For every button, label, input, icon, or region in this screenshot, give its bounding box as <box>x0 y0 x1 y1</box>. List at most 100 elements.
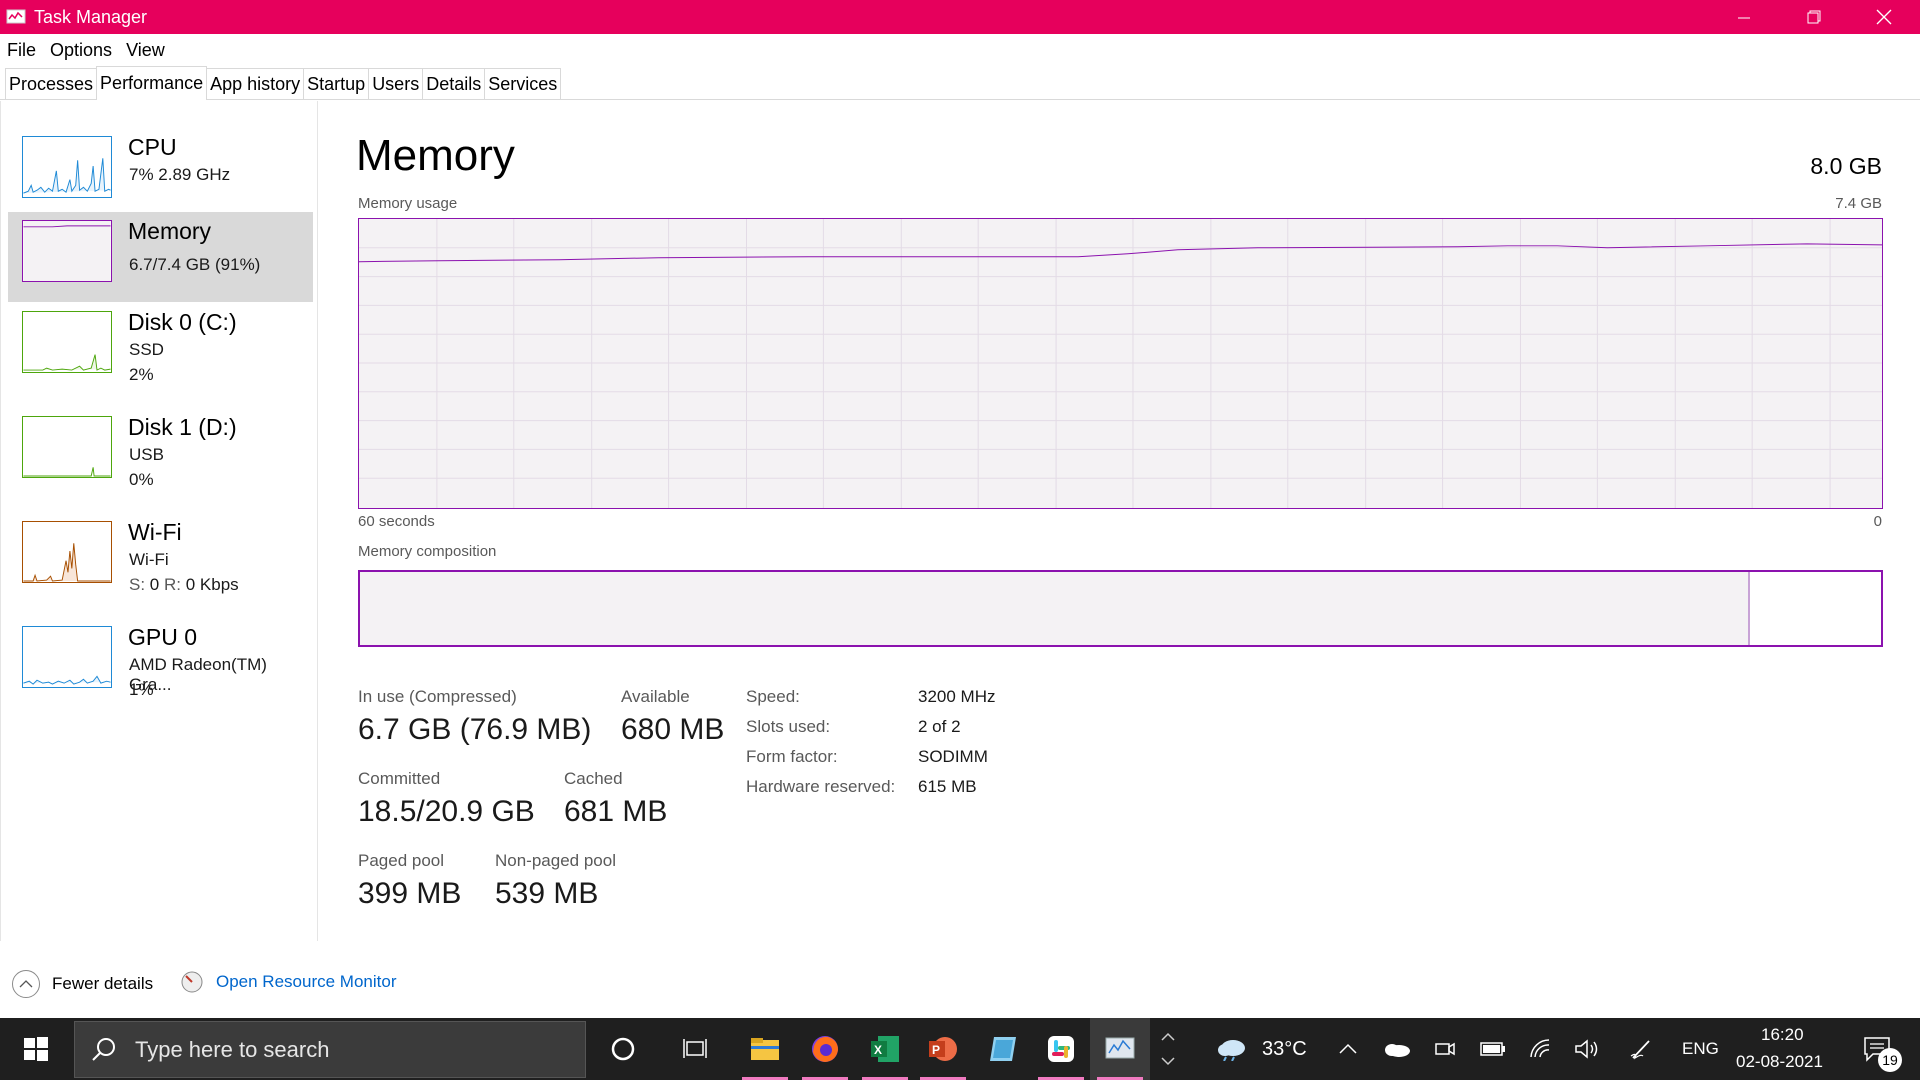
svg-text:X: X <box>874 1043 882 1057</box>
title-bar: Task Manager <box>0 0 1920 34</box>
memory-usage-max: 7.4 GB <box>1835 195 1882 212</box>
slots-label: Slots used: <box>746 717 831 736</box>
sidebar-item-gpu0[interactable]: GPU 0 AMD Radeon(TM) Gra... 1% <box>8 618 313 708</box>
pen-workspace-tray-button[interactable] <box>1624 1018 1658 1080</box>
committed-value: 18.5/20.9 GB <box>358 795 535 828</box>
close-button[interactable] <box>1849 0 1919 34</box>
sidebar-item-disk0[interactable]: Disk 0 (C:) SSD 2% <box>8 303 313 393</box>
weather-temperature[interactable]: 33°C <box>1262 1038 1307 1061</box>
menu-file[interactable]: File <box>7 40 36 61</box>
memory-composition-free <box>1748 572 1881 645</box>
volume-tray-button[interactable] <box>1570 1018 1604 1080</box>
menu-options[interactable]: Options <box>50 40 112 61</box>
taskbar-notes-app[interactable] <box>974 1018 1032 1080</box>
sidebar-item-cpu[interactable]: CPU 7% 2.89 GHz <box>8 128 313 218</box>
task-view-button[interactable] <box>666 1018 726 1080</box>
hardware-reserved-label: Hardware reserved: <box>746 777 896 796</box>
memory-subtitle: 6.7/7.4 GB (91%) <box>129 255 261 274</box>
tab-details[interactable]: Details <box>422 68 486 99</box>
menu-bar: File Options View <box>0 34 1920 66</box>
sidebar-item-disk1[interactable]: Disk 1 (D:) USB 0% <box>8 408 313 498</box>
close-icon <box>1876 9 1892 25</box>
taskbar-search-box[interactable]: Type here to search <box>74 1021 586 1078</box>
taskbar-powerpoint[interactable]: P <box>914 1018 972 1080</box>
wifi-send-label: S: <box>129 575 146 594</box>
taskbar-excel[interactable]: X <box>856 1018 914 1080</box>
memory-composition-bar <box>358 570 1883 647</box>
tab-app-history[interactable]: App history <box>206 68 305 99</box>
battery-tray-button[interactable] <box>1476 1018 1510 1080</box>
tab-users[interactable]: Users <box>368 68 424 99</box>
nonpaged-pool-value: 539 MB <box>495 877 599 910</box>
task-manager-taskbar-icon <box>1105 1037 1135 1059</box>
start-button[interactable] <box>0 1018 72 1080</box>
chevron-down-icon <box>1161 1057 1175 1066</box>
svg-text:P: P <box>932 1043 940 1057</box>
gpu-name: AMD Radeon(TM) Gra... <box>129 655 267 694</box>
memory-usage-graph <box>358 218 1883 509</box>
memory-total: 8.0 GB <box>1810 153 1882 179</box>
show-hidden-icons-button[interactable] <box>1333 1018 1363 1080</box>
cached-label: Cached <box>564 769 623 788</box>
gpu-title: GPU 0 <box>128 624 198 650</box>
graph-time-right: 0 <box>1873 513 1882 530</box>
onedrive-tray-button[interactable] <box>1380 1018 1414 1080</box>
task-manager-icon <box>6 9 26 24</box>
menu-view[interactable]: View <box>126 40 165 61</box>
wifi-signal-icon <box>1530 1039 1550 1058</box>
sidebar-item-wifi[interactable]: Wi-Fi Wi-Fi S: 0 R: 0 Kbps <box>8 513 313 603</box>
tab-startup[interactable]: Startup <box>303 68 370 99</box>
in-use-value: 6.7 GB (76.9 MB) <box>358 713 592 746</box>
cpu-thumbnail-graph <box>22 136 112 198</box>
disk1-type: USB <box>129 445 164 464</box>
disk1-thumbnail-graph <box>22 416 112 478</box>
disk0-usage: 2% <box>129 365 154 384</box>
tab-services[interactable]: Services <box>484 68 562 99</box>
input-language[interactable]: ENG <box>1682 1039 1719 1059</box>
chevron-up-icon <box>12 970 40 998</box>
cortana-circle-icon <box>611 1037 635 1061</box>
chevron-up-icon <box>1161 1032 1175 1041</box>
footer: Fewer details Open Resource Monitor <box>0 956 1920 1016</box>
wifi-throughput: S: 0 R: 0 Kbps <box>129 575 239 595</box>
onedrive-cloud-icon <box>1385 1044 1410 1057</box>
taskbar-task-manager[interactable] <box>1090 1018 1150 1080</box>
speaker-icon <box>1575 1039 1598 1059</box>
weather-button[interactable] <box>1212 1018 1252 1080</box>
memory-thumbnail-graph <box>22 220 112 282</box>
gpu-usage: 1% <box>129 680 154 699</box>
action-center-button[interactable]: 19 <box>1852 1018 1902 1080</box>
search-icon <box>92 1037 115 1061</box>
open-resource-monitor-link[interactable]: Open Resource Monitor <box>180 970 396 994</box>
slack-icon <box>1048 1036 1074 1062</box>
fewer-details-button[interactable]: Fewer details <box>12 970 153 998</box>
cortana-button[interactable] <box>593 1018 653 1080</box>
wifi-tray-button[interactable] <box>1524 1018 1558 1080</box>
cpu-subtitle: 7% 2.89 GHz <box>129 165 231 184</box>
tab-performance[interactable]: Performance <box>96 66 208 100</box>
taskbar-firefox[interactable] <box>796 1018 854 1080</box>
meet-now-tray-button[interactable] <box>1428 1018 1462 1080</box>
clock-date[interactable]: 02-08-2021 <box>1736 1052 1823 1072</box>
taskbar-file-explorer[interactable] <box>736 1018 794 1080</box>
committed-label: Committed <box>358 769 441 788</box>
clock-time[interactable]: 16:20 <box>1761 1025 1804 1045</box>
sidebar-item-memory[interactable]: Memory 6.7/7.4 GB (91%) <box>8 212 313 302</box>
taskbar-slack[interactable] <box>1032 1018 1090 1080</box>
gpu-thumbnail-graph <box>22 626 112 688</box>
form-factor-value: SODIMM <box>918 747 988 766</box>
taskbar: Type here to search X P 33°C ENG 16:20 0… <box>0 1018 1920 1080</box>
minimize-button[interactable] <box>1709 0 1779 34</box>
disk1-title: Disk 1 (D:) <box>128 414 237 440</box>
restore-button[interactable] <box>1779 0 1849 34</box>
disk0-thumbnail-graph <box>22 311 112 373</box>
search-placeholder: Type here to search <box>135 1036 330 1062</box>
speed-value: 3200 MHz <box>918 687 996 706</box>
taskbar-scroll-arrows[interactable] <box>1154 1018 1182 1080</box>
tab-processes[interactable]: Processes <box>5 68 98 99</box>
performance-sidebar: CPU 7% 2.89 GHz Memory 6.7/7.4 GB (91%) … <box>0 101 318 941</box>
speed-label: Speed: <box>746 687 800 706</box>
windows-logo-icon <box>24 1037 48 1061</box>
disk1-usage: 0% <box>129 470 154 489</box>
nonpaged-pool-label: Non-paged pool <box>495 851 616 870</box>
